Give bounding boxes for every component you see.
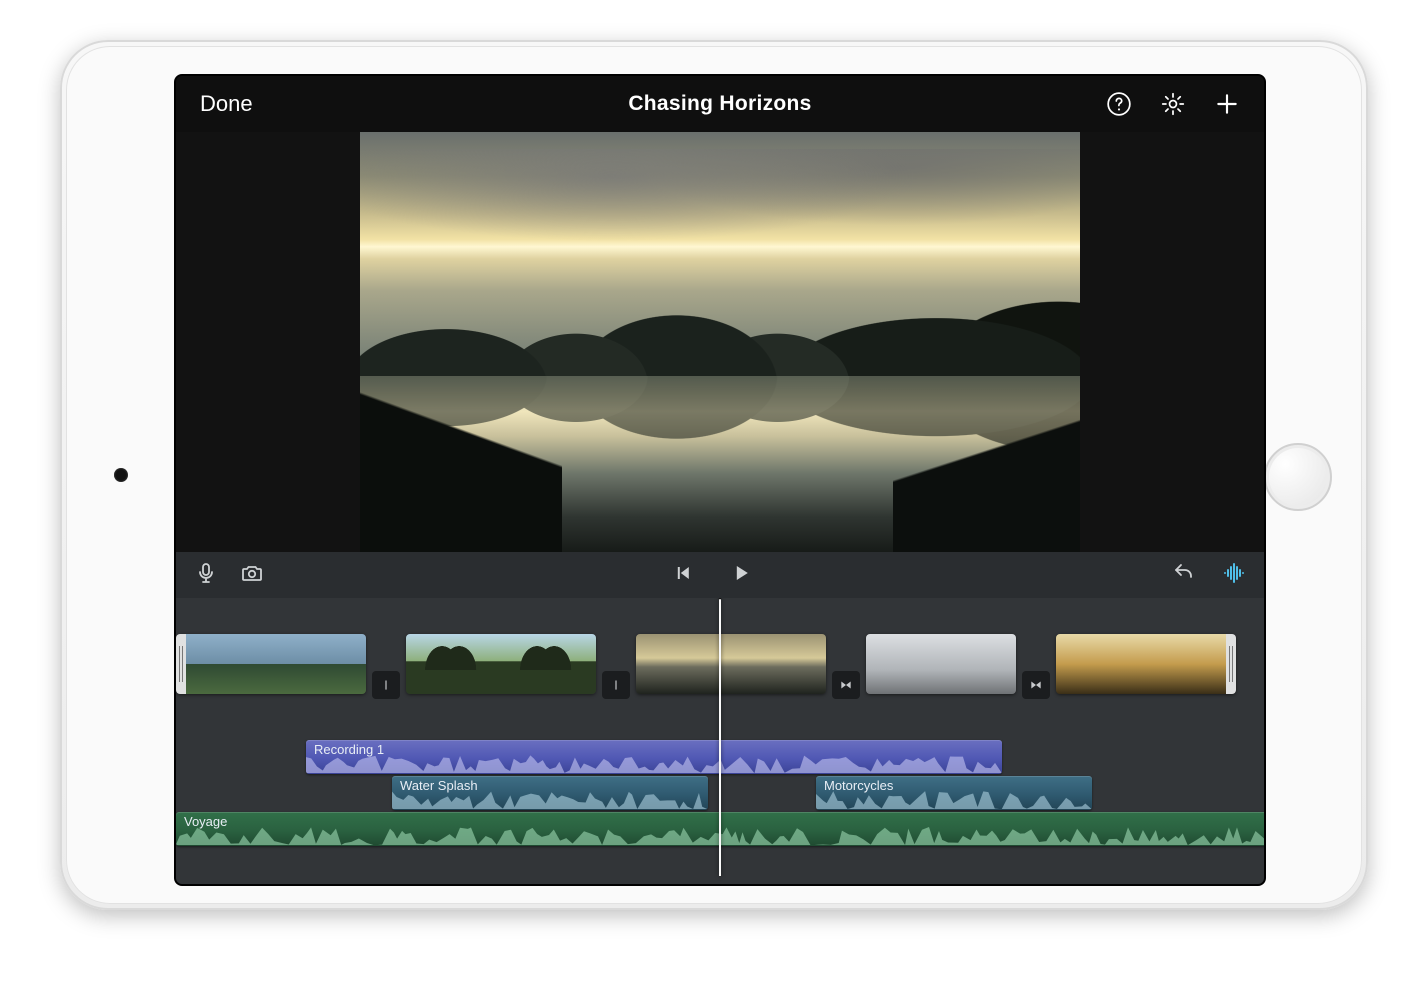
ipad-inner-frame: Done Chasing Horizons — [66, 46, 1362, 904]
clip-thumbnail — [1141, 634, 1226, 694]
audio-clip[interactable]: Recording 1 — [306, 740, 1002, 774]
project-title: Chasing Horizons — [628, 92, 811, 115]
ipad-camera-dot — [114, 468, 128, 482]
preview-viewer — [176, 132, 1264, 552]
skip-previous-icon[interactable] — [671, 561, 695, 590]
transition-crossfade-icon[interactable] — [832, 671, 860, 699]
plus-icon[interactable] — [1214, 91, 1240, 117]
undo-icon[interactable] — [1172, 561, 1196, 590]
audio-waveform — [392, 789, 708, 809]
clip-thumbnail — [501, 634, 596, 694]
clip-thumbnail — [406, 634, 501, 694]
video-clip[interactable] — [176, 634, 366, 694]
clip-thumbnail — [636, 634, 731, 694]
clip-trim-handle-left[interactable] — [176, 634, 186, 694]
preview-shore-left — [360, 363, 562, 552]
transition-cut-icon[interactable] — [372, 671, 400, 699]
done-button[interactable]: Done — [200, 91, 253, 116]
help-icon[interactable] — [1106, 91, 1132, 117]
clip-thumbnail — [1056, 634, 1141, 694]
video-clip[interactable] — [866, 634, 1016, 694]
video-clip[interactable] — [406, 634, 596, 694]
audio-waveform — [306, 753, 1002, 773]
video-clip[interactable] — [636, 634, 826, 694]
audio-clip[interactable]: Water Splash — [392, 776, 708, 810]
clip-thumbnail — [731, 634, 826, 694]
clip-thumbnail — [941, 634, 1016, 694]
clip-thumbnail — [276, 634, 366, 694]
app-screen: Done Chasing Horizons — [176, 76, 1264, 884]
ipad-device-frame: Done Chasing Horizons — [60, 40, 1368, 910]
transition-crossfade-icon[interactable] — [1022, 671, 1050, 699]
clip-trim-handle-right[interactable] — [1226, 634, 1236, 694]
timeline[interactable]: Recording 1Water SplashMotorcyclesVoyage — [176, 598, 1264, 884]
camera-icon[interactable] — [240, 561, 264, 590]
preview-shore-right — [893, 376, 1080, 552]
audio-waveform-icon[interactable] — [1222, 561, 1246, 590]
microphone-icon[interactable] — [194, 561, 218, 590]
nav-bar: Done Chasing Horizons — [176, 76, 1264, 132]
gear-icon[interactable] — [1160, 91, 1186, 117]
playhead-line[interactable] — [719, 598, 721, 876]
clip-thumbnail — [866, 634, 941, 694]
transition-cut-icon[interactable] — [602, 671, 630, 699]
clip-thumbnail — [186, 634, 276, 694]
preview-clouds — [360, 149, 1080, 241]
playhead-marker[interactable] — [709, 598, 731, 600]
audio-clip[interactable]: Motorcycles — [816, 776, 1092, 810]
audio-waveform — [816, 789, 1092, 809]
preview-frame[interactable] — [360, 132, 1080, 552]
ipad-home-button[interactable] — [1264, 443, 1332, 511]
play-icon[interactable] — [729, 561, 753, 590]
video-clip[interactable] — [1056, 634, 1236, 694]
timeline-toolbar — [176, 552, 1264, 598]
